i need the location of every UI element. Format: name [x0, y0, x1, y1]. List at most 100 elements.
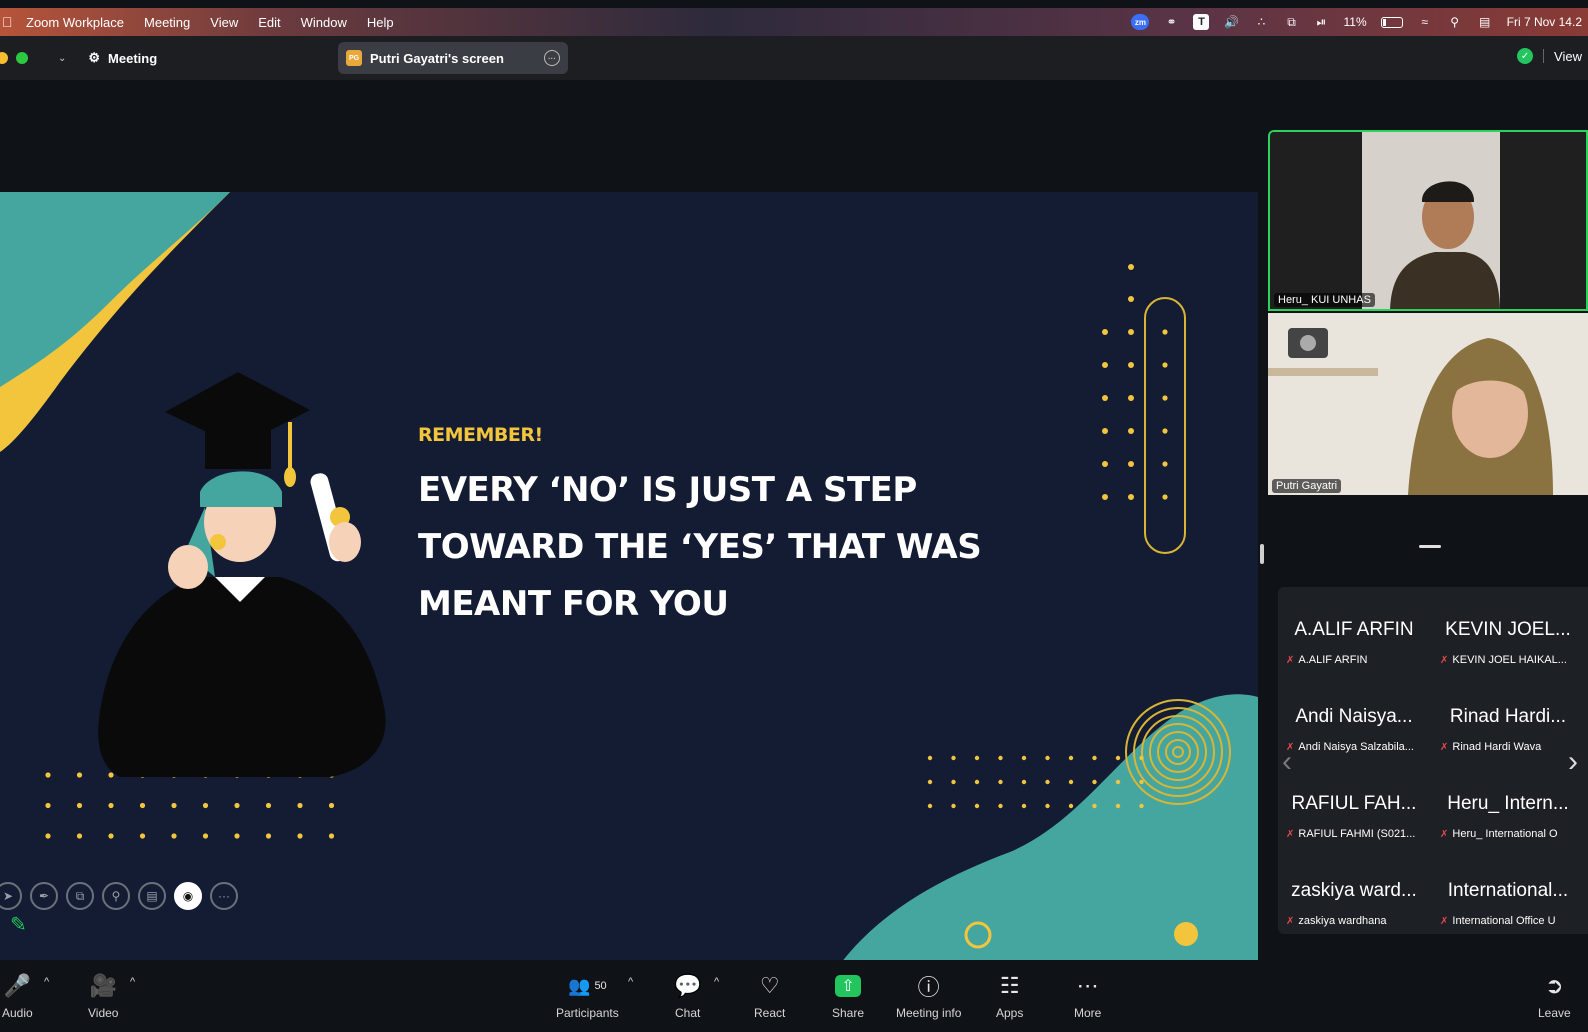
- zoom-icon[interactable]: ⚲: [102, 882, 130, 910]
- camera-icon[interactable]: ◉: [174, 882, 202, 910]
- apple-menu-icon[interactable]: : [2, 14, 16, 30]
- wifi-icon[interactable]: ≈: [1417, 14, 1433, 30]
- meeting-label: Meeting: [108, 50, 158, 66]
- video-button[interactable]: 🎥 Video: [88, 972, 118, 1020]
- participants-label: Participants: [556, 1006, 619, 1020]
- menu-view[interactable]: View: [210, 15, 238, 30]
- participants-button[interactable]: 👥 50 Participants: [556, 972, 619, 1021]
- t-app-icon[interactable]: T: [1193, 14, 1210, 30]
- quote-line-3: MEANT FOR YOU: [418, 584, 729, 624]
- apps-label: Apps: [996, 1006, 1024, 1020]
- participant-tile[interactable]: Rinad Hardi... ✗ Rinad Hardi Wava: [1432, 674, 1584, 760]
- share-arrow-icon: ⇧: [835, 975, 862, 997]
- participant-display-name: International...: [1447, 880, 1569, 901]
- participant-display-name: Andi Naisya...: [1295, 706, 1413, 727]
- participant-tile[interactable]: KEVIN JOEL... ✗ KEVIN JOEL HAIKAL...: [1432, 587, 1584, 673]
- draw-icon[interactable]: ✒: [30, 882, 58, 910]
- leave-button[interactable]: ➲ Leave: [1538, 972, 1571, 1020]
- gallery-prev-page-icon[interactable]: ‹: [1282, 745, 1292, 779]
- participant-label: ✗ Rinad Hardi Wava: [1440, 741, 1580, 753]
- video-tile-speaker[interactable]: Heru_ KUI UNHAS: [1268, 130, 1588, 311]
- menu-edit[interactable]: Edit: [258, 15, 280, 30]
- video-tile-presenter[interactable]: Putri Gayatri: [1268, 313, 1588, 495]
- more-button[interactable]: ⋯ More: [1074, 972, 1101, 1020]
- chat-options-chevron-icon[interactable]: ^: [714, 976, 719, 988]
- muted-mic-icon: ✗: [1440, 828, 1449, 840]
- speaker-name-tag: Heru_ KUI UNHAS: [1274, 293, 1375, 307]
- share-label: Share: [832, 1006, 865, 1020]
- menubar-clock[interactable]: Fri 7 Nov 14.2: [1507, 15, 1582, 29]
- participant-gallery: A.ALIF ARFIN ✗ A.ALIF ARFIN KEVIN JOEL...…: [1278, 587, 1588, 934]
- menu-help[interactable]: Help: [367, 15, 394, 30]
- participant-tile[interactable]: Andi Naisya... ✗ Andi Naisya Salzabila...: [1278, 674, 1430, 760]
- gallery-next-page-icon[interactable]: ›: [1568, 745, 1578, 779]
- participant-label: ✗ International Office U: [1440, 915, 1580, 927]
- participant-display-name: Rinad Hardi...: [1449, 706, 1567, 727]
- zoom-status-icon[interactable]: zm: [1131, 14, 1150, 30]
- muted-mic-icon: ✗: [1286, 828, 1295, 840]
- participants-icon: 👥 50: [568, 975, 607, 996]
- participant-display-name: Heru_ Intern...: [1447, 793, 1569, 814]
- participant-label: ✗ A.ALIF ARFIN: [1286, 654, 1426, 666]
- react-label: React: [754, 1006, 786, 1020]
- spotlight-search-icon[interactable]: ⚲: [1447, 14, 1463, 30]
- menu-app-name[interactable]: Zoom Workplace: [26, 15, 124, 30]
- whiteboard-icon[interactable]: ▤: [138, 882, 166, 910]
- video-off-icon: 🎥: [89, 973, 117, 998]
- volume-icon[interactable]: 🔊: [1223, 14, 1239, 30]
- chat-button[interactable]: 💬 Chat: [674, 972, 701, 1020]
- panel-resize-handle[interactable]: [1260, 544, 1264, 564]
- participant-tile[interactable]: International... ✗ International Office U: [1432, 848, 1584, 934]
- react-button[interactable]: ♡ React: [754, 972, 785, 1020]
- chevron-down-icon[interactable]: ⌄: [58, 53, 66, 64]
- leave-label: Leave: [1538, 1006, 1571, 1020]
- meeting-menu[interactable]: ⚙ Meeting: [88, 50, 157, 66]
- minimize-videos-button[interactable]: [1419, 545, 1441, 548]
- fullscreen-window-button[interactable]: [16, 52, 28, 64]
- view-button[interactable]: View: [1554, 49, 1582, 64]
- chat-icon: 💬: [674, 973, 702, 998]
- window-controls: [0, 52, 28, 64]
- participants-options-chevron-icon[interactable]: ^: [628, 976, 633, 988]
- share-button[interactable]: ⇧ Share: [832, 972, 864, 1020]
- more-options-icon[interactable]: ···: [210, 882, 238, 910]
- battery-icon[interactable]: [1380, 16, 1403, 28]
- audio-options-chevron-icon[interactable]: ^: [44, 976, 49, 988]
- menu-meeting[interactable]: Meeting: [144, 15, 190, 30]
- menu-window[interactable]: Window: [301, 15, 347, 30]
- annotate-pencil-icon[interactable]: ✎: [10, 912, 36, 938]
- audio-button[interactable]: 🎤 Audio: [2, 972, 33, 1020]
- creative-cloud-icon[interactable]: ⚭: [1163, 14, 1179, 30]
- quote-line-2: TOWARD THE ‘YES’ THAT WAS: [418, 527, 982, 567]
- view-options-icon[interactable]: ···: [544, 50, 560, 66]
- mic-muted-icon: 🎤: [3, 973, 32, 998]
- people-icon: ⚙: [88, 50, 101, 65]
- meeting-controls: 🎤 Audio ^ 🎥 Video ^ 👥 50 Participants ^ 💬…: [0, 960, 1588, 1032]
- shared-screen-tab[interactable]: PG Putri Gayatri's screen ···: [338, 42, 568, 74]
- participant-tile[interactable]: zaskiya ward... ✗ zaskiya wardhana: [1278, 848, 1430, 934]
- presenter-name-tag: Putri Gayatri: [1272, 479, 1342, 493]
- participant-full-name: Andi Naisya Salzabila...: [1298, 741, 1414, 753]
- leave-icon: ➲: [1545, 973, 1564, 998]
- minimize-window-button[interactable]: [0, 52, 8, 64]
- participant-tile[interactable]: A.ALIF ARFIN ✗ A.ALIF ARFIN: [1278, 587, 1430, 673]
- video-label: Video: [88, 1006, 119, 1020]
- control-center-icon[interactable]: ▤: [1477, 14, 1493, 30]
- muted-mic-icon: ✗: [1440, 654, 1449, 666]
- participant-tile[interactable]: Heru_ Intern... ✗ Heru_ International O: [1432, 761, 1584, 847]
- mouse-pointer-icon[interactable]: ➤: [0, 882, 22, 910]
- participant-label: ✗ KEVIN JOEL HAIKAL...: [1440, 654, 1580, 666]
- apps-button[interactable]: ☷ Apps: [996, 972, 1023, 1020]
- copy-icon[interactable]: ⧉: [66, 882, 94, 910]
- annotation-toolbar: ➤ ✒ ⧉ ⚲ ▤ ◉ ···: [0, 882, 238, 910]
- dots-icon[interactable]: ∴: [1253, 14, 1269, 30]
- meeting-info-button[interactable]: ⓘ Meeting info: [896, 972, 961, 1020]
- participant-full-name: KEVIN JOEL HAIKAL...: [1452, 654, 1567, 666]
- participant-display-name: A.ALIF ARFIN: [1294, 619, 1414, 640]
- participant-label: ✗ RAFIUL FAHMI (S021...: [1286, 828, 1426, 840]
- participant-tile[interactable]: RAFIUL FAH... ✗ RAFIUL FAHMI (S021...: [1278, 761, 1430, 847]
- play-icon[interactable]: ⏯: [1313, 14, 1329, 30]
- window-icon[interactable]: ⧉: [1283, 14, 1299, 30]
- video-options-chevron-icon[interactable]: ^: [130, 976, 135, 988]
- encryption-shield-icon[interactable]: ✓: [1517, 48, 1534, 64]
